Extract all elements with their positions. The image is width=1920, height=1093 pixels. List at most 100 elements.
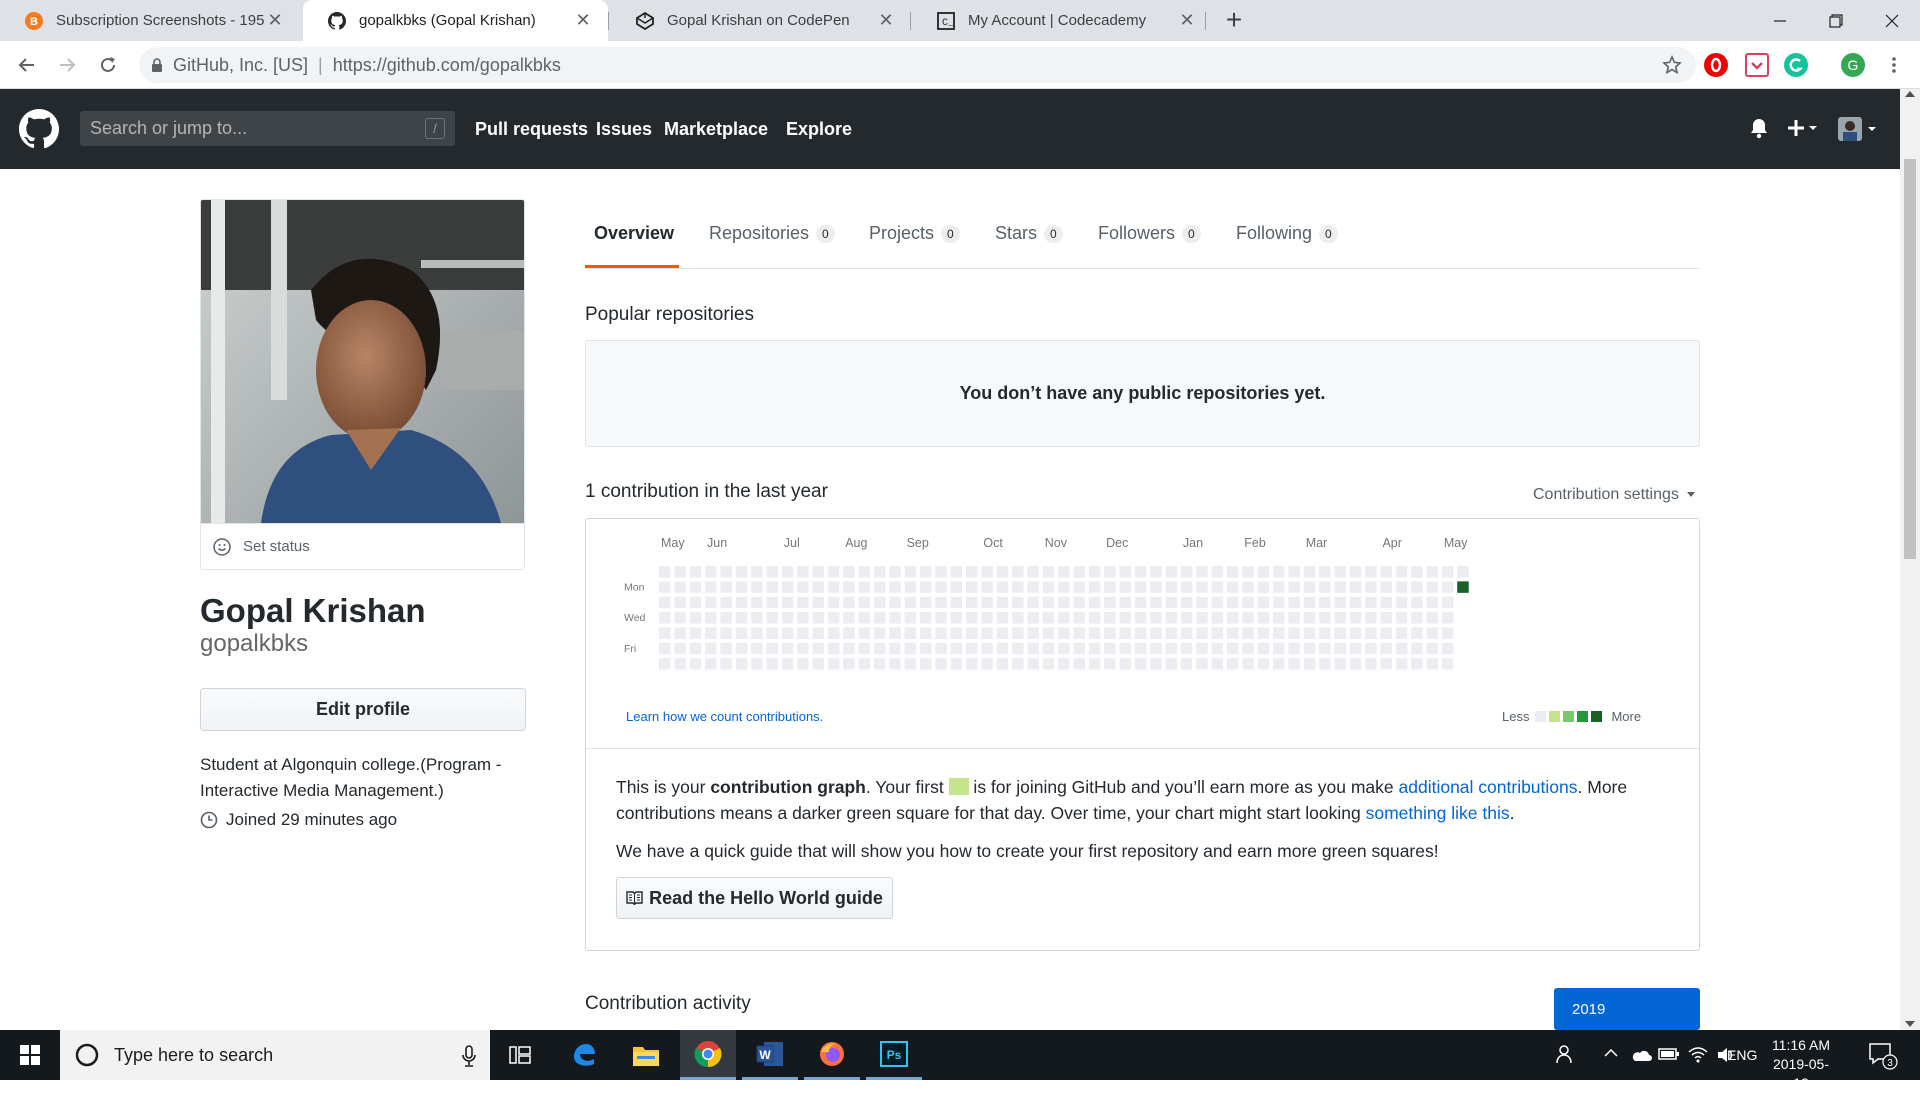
contribution-day[interactable] [873, 658, 886, 670]
contribution-day[interactable] [827, 596, 840, 609]
contribution-day[interactable] [1411, 642, 1423, 655]
contribution-day[interactable] [1042, 658, 1055, 670]
contribution-day[interactable] [904, 627, 917, 639]
contribution-day[interactable] [1180, 612, 1193, 624]
contribution-day[interactable] [659, 596, 671, 609]
contribution-day[interactable] [1027, 596, 1039, 609]
contribution-day[interactable] [812, 566, 825, 578]
contribution-day[interactable] [705, 566, 717, 578]
contribution-day[interactable] [919, 596, 932, 609]
contribution-day[interactable] [797, 658, 809, 670]
contribution-day[interactable] [1180, 581, 1193, 593]
contribution-day[interactable] [904, 566, 917, 578]
contribution-day[interactable] [720, 642, 732, 655]
contribution-day[interactable] [1211, 612, 1224, 624]
contribution-day[interactable] [1395, 642, 1408, 655]
contribution-day[interactable] [981, 581, 993, 593]
contribution-day[interactable] [889, 596, 901, 609]
contribution-day[interactable] [720, 627, 732, 639]
hello-world-guide-button[interactable]: Read the Hello World guide [616, 877, 893, 919]
contribution-day[interactable] [858, 612, 871, 624]
contribution-day[interactable] [1165, 596, 1178, 609]
contribution-day[interactable] [1165, 642, 1178, 655]
contribution-day[interactable] [1012, 627, 1024, 639]
contribution-day[interactable] [1042, 612, 1055, 624]
contribution-day[interactable] [1426, 658, 1439, 670]
contribution-day[interactable] [996, 658, 1009, 670]
contribution-day[interactable] [1380, 596, 1392, 609]
contribution-day[interactable] [689, 581, 702, 593]
contribution-day[interactable] [843, 642, 855, 655]
contribution-day[interactable] [674, 627, 686, 639]
contribution-day[interactable] [1211, 627, 1224, 639]
contribution-day[interactable] [781, 612, 794, 624]
contribution-day[interactable] [1073, 658, 1085, 670]
contribution-day[interactable] [935, 642, 947, 655]
contribution-day[interactable] [873, 581, 886, 593]
contribution-day[interactable] [966, 627, 978, 639]
contribution-day[interactable] [996, 596, 1009, 609]
contribution-day[interactable] [827, 566, 840, 578]
edit-profile-button[interactable]: Edit profile [200, 688, 526, 731]
contribution-day[interactable] [735, 581, 748, 593]
contribution-day[interactable] [935, 658, 947, 670]
contribution-day[interactable] [1288, 627, 1300, 639]
contribution-day[interactable] [1411, 658, 1423, 670]
contribution-day[interactable] [1027, 627, 1039, 639]
contribution-day[interactable] [689, 642, 702, 655]
contribution-day[interactable] [659, 581, 671, 593]
contribution-day[interactable] [674, 658, 686, 670]
contribution-day[interactable] [1303, 658, 1316, 670]
contribution-day[interactable] [797, 581, 809, 593]
contribution-day[interactable] [659, 627, 671, 639]
contribution-day[interactable] [1150, 581, 1162, 593]
contribution-day[interactable] [827, 612, 840, 624]
contribution-day[interactable] [705, 612, 717, 624]
contribution-day[interactable] [1242, 596, 1254, 609]
nav-pull-requests[interactable]: Pull requests [475, 119, 588, 140]
contribution-day[interactable] [1303, 581, 1316, 593]
contribution-day[interactable] [720, 581, 732, 593]
contribution-day[interactable] [889, 566, 901, 578]
user-avatar-menu[interactable] [1838, 117, 1880, 141]
contribution-day[interactable] [1411, 581, 1423, 593]
contribution-day[interactable] [1134, 627, 1147, 639]
contribution-day[interactable] [1288, 642, 1300, 655]
contribution-day[interactable] [919, 581, 932, 593]
contribution-day[interactable] [1104, 642, 1116, 655]
contribution-day[interactable] [1150, 566, 1162, 578]
tab-stars[interactable]: Stars 0 [995, 223, 1063, 244]
contribution-day[interactable] [751, 658, 763, 670]
contribution-day[interactable] [1441, 627, 1454, 639]
contribution-day[interactable] [751, 627, 763, 639]
contribution-day[interactable] [1319, 627, 1331, 639]
contribution-day[interactable] [1134, 566, 1147, 578]
contribution-day[interactable] [812, 581, 825, 593]
restore-window-icon[interactable] [1808, 0, 1864, 41]
contribution-day[interactable] [689, 658, 702, 670]
adblock-extension-icon[interactable] [1704, 53, 1728, 77]
contribution-day[interactable] [1380, 627, 1392, 639]
contribution-day[interactable] [904, 612, 917, 624]
contribution-day[interactable] [1088, 658, 1101, 670]
contribution-day[interactable] [843, 581, 855, 593]
contribution-day[interactable] [1257, 642, 1270, 655]
contribution-day[interactable] [781, 627, 794, 639]
contribution-day[interactable] [843, 627, 855, 639]
contribution-day[interactable] [1165, 581, 1178, 593]
contribution-day[interactable] [1226, 566, 1239, 578]
contribution-settings-dropdown[interactable]: Contribution settings [1533, 486, 1696, 504]
contribution-day[interactable] [1334, 581, 1346, 593]
contribution-day[interactable] [1196, 566, 1208, 578]
contribution-day[interactable] [1349, 612, 1362, 624]
contribution-day[interactable] [1012, 658, 1024, 670]
contribution-day[interactable] [873, 596, 886, 609]
contribution-day[interactable] [889, 581, 901, 593]
contribution-day[interactable] [1165, 566, 1178, 578]
contribution-day[interactable] [766, 596, 778, 609]
contribution-day[interactable] [1088, 642, 1101, 655]
contribution-day[interactable] [1426, 596, 1439, 609]
contribution-day[interactable] [889, 642, 901, 655]
contribution-day[interactable] [1150, 627, 1162, 639]
contribution-day[interactable] [1288, 581, 1300, 593]
